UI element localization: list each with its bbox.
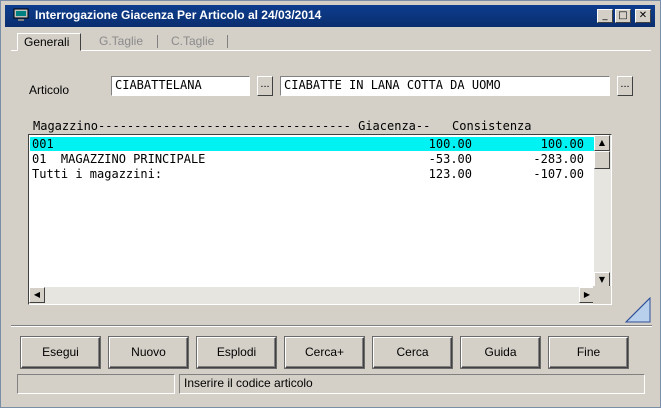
maximize-button[interactable]: □ xyxy=(615,9,631,23)
list-row-selected[interactable]: 001 100.00 100.00 xyxy=(30,137,594,151)
articolo-description-field[interactable]: CIABATTE IN LANA COTTA DA UOMO xyxy=(280,76,610,96)
minimize-icon: _ xyxy=(602,10,608,21)
tab-generali[interactable]: Generali xyxy=(17,33,81,51)
articolo-lookup-button[interactable]: ... xyxy=(257,76,273,96)
close-icon: ✕ xyxy=(638,10,648,21)
guida-button[interactable]: Guida xyxy=(461,337,540,368)
scroll-left-button[interactable]: ◀ xyxy=(29,287,45,303)
description-lookup-button[interactable]: ... xyxy=(617,76,633,96)
vertical-scrollbar[interactable]: ▲ ▼ xyxy=(594,135,611,288)
vertical-scroll-thumb[interactable] xyxy=(594,151,610,169)
cerca-plus-button[interactable]: Cerca+ xyxy=(285,337,364,368)
row-giacenza: 100.00 xyxy=(428,137,472,151)
row-consistenza: -283.00 xyxy=(533,152,584,166)
list-row[interactable]: 01 MAGAZZINO PRINCIPALE -53.00 -283.00 xyxy=(30,152,594,166)
status-message: Inserire il codice articolo xyxy=(179,374,645,394)
esplodi-button[interactable]: Esplodi xyxy=(197,337,276,368)
articolo-code-field[interactable]: CIABATTELANA xyxy=(111,76,250,96)
app-monitor-icon xyxy=(13,8,29,21)
arrow-down-icon: ▼ xyxy=(598,275,606,284)
row-consistenza: -107.00 xyxy=(533,167,584,181)
status-panel-left xyxy=(17,374,175,394)
row-magazzino: 01 MAGAZZINO PRINCIPALE xyxy=(32,152,206,166)
resize-grip-icon[interactable] xyxy=(625,297,651,323)
divider xyxy=(11,326,652,327)
nuovo-button[interactable]: Nuovo xyxy=(109,337,188,368)
tab-g-taglie[interactable]: G.Taglie xyxy=(99,33,143,51)
horizontal-scrollbar[interactable]: ◀ ▶ xyxy=(29,287,595,304)
window-title: Interrogazione Giacenza Per Articolo al … xyxy=(35,8,322,22)
cerca-button[interactable]: Cerca xyxy=(373,337,452,368)
scrollbar-corner xyxy=(593,286,611,304)
fine-button[interactable]: Fine xyxy=(549,337,628,368)
tab-separator xyxy=(157,35,158,48)
maximize-icon: □ xyxy=(618,10,628,21)
tab-c-taglie[interactable]: C.Taglie xyxy=(171,33,214,51)
arrow-up-icon: ▲ xyxy=(598,138,606,147)
close-button[interactable]: ✕ xyxy=(635,9,651,23)
row-magazzino: Tutti i magazzini: xyxy=(32,167,163,181)
arrow-left-icon: ◀ xyxy=(33,290,41,299)
row-giacenza: -53.00 xyxy=(428,152,472,166)
tab-separator xyxy=(227,35,228,48)
giacenza-list[interactable]: 001 100.00 100.00 01 MAGAZZINO PRINCIPAL… xyxy=(28,134,612,305)
row-magazzino: 001 xyxy=(32,137,54,151)
minimize-button[interactable]: _ xyxy=(597,9,613,23)
title-bar[interactable]: Interrogazione Giacenza Per Articolo al … xyxy=(5,5,655,27)
row-consistenza: 100.00 xyxy=(540,137,584,151)
articolo-label: Articolo xyxy=(29,83,70,97)
list-column-header: Magazzino-------------------------------… xyxy=(33,119,532,133)
row-giacenza: 123.00 xyxy=(428,167,472,181)
scroll-up-button[interactable]: ▲ xyxy=(594,135,610,151)
esegui-button[interactable]: Esegui xyxy=(21,337,100,368)
arrow-right-icon: ▶ xyxy=(583,290,591,299)
list-row-total[interactable]: Tutti i magazzini: 123.00 -107.00 xyxy=(30,167,594,181)
application-window: Interrogazione Giacenza Per Articolo al … xyxy=(0,0,661,408)
